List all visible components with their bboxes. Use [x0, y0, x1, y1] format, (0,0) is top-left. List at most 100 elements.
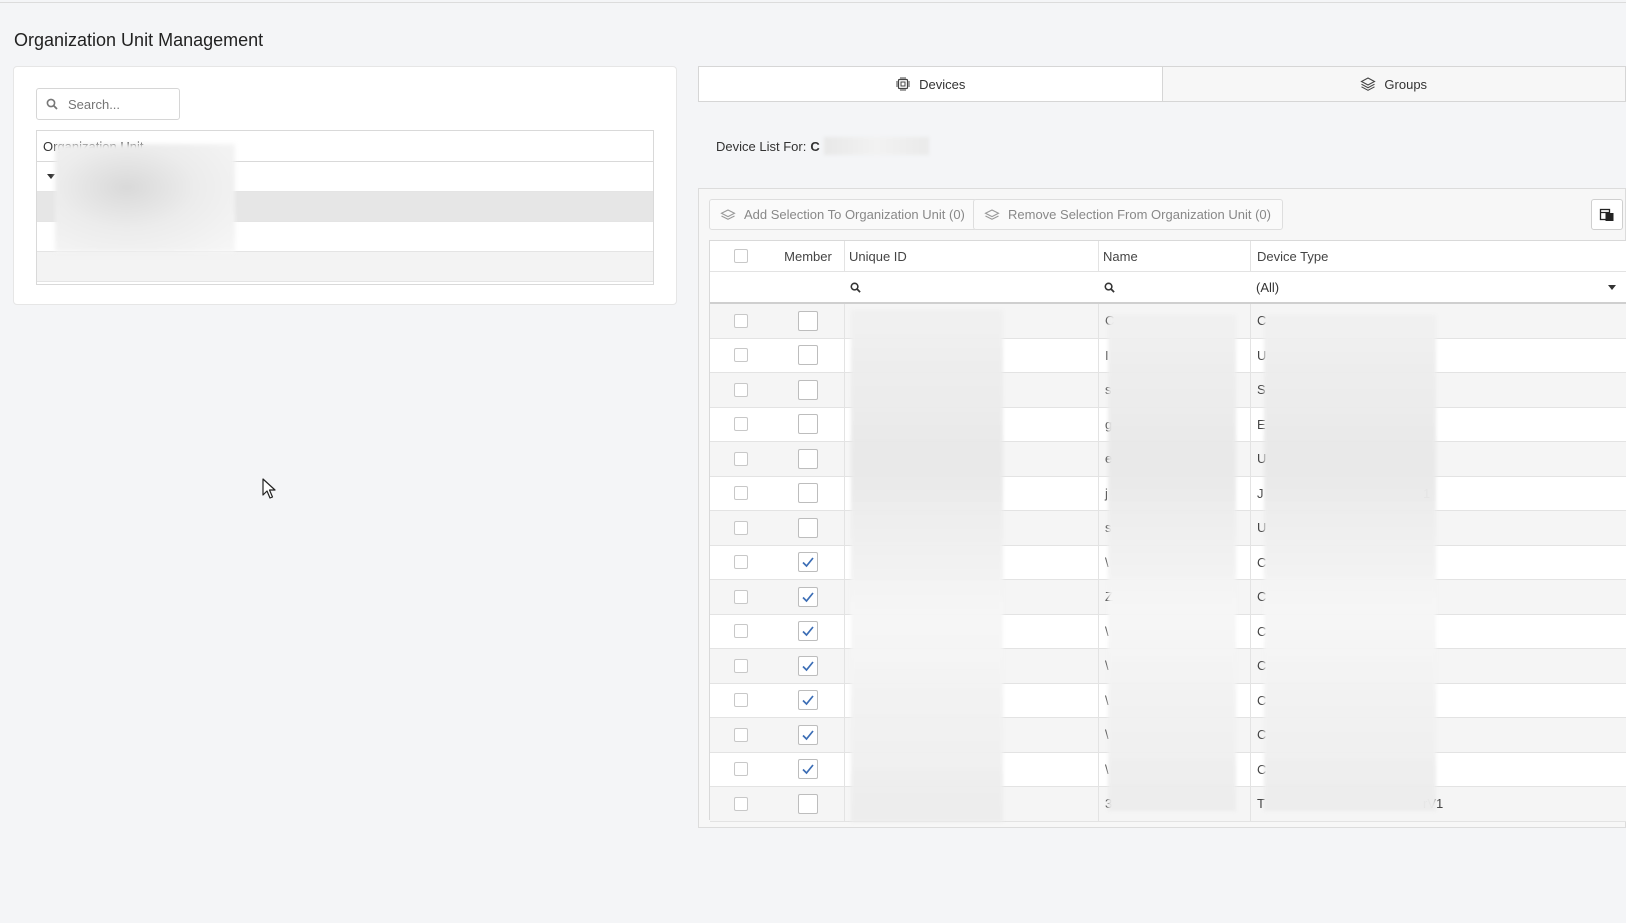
device-type-value: C: [1257, 589, 1267, 605]
device-type-value: C: [1257, 313, 1267, 329]
member-cell: [772, 442, 844, 476]
member-cell: [772, 649, 844, 683]
row-select-cell: [710, 615, 772, 649]
member-cell: [772, 615, 844, 649]
member-cell: [772, 477, 844, 511]
name-value: I: [1105, 347, 1109, 363]
row-select-checkbox[interactable]: [734, 348, 748, 363]
table-row[interactable]: sS: [710, 373, 1626, 408]
row-select-checkbox[interactable]: [734, 796, 748, 811]
search-icon: [46, 98, 58, 110]
row-select-cell: [710, 718, 772, 752]
name-value: g: [1105, 416, 1113, 432]
row-select-checkbox[interactable]: [734, 693, 748, 708]
member-checkbox[interactable]: [798, 759, 818, 780]
row-select-cell: [710, 753, 772, 787]
device-type-filter-value: (All): [1256, 279, 1280, 295]
row-select-cell: [710, 339, 772, 373]
unique-id-filter[interactable]: [844, 272, 1098, 302]
org-unit-search[interactable]: [36, 88, 180, 120]
name-filter[interactable]: [1098, 272, 1250, 302]
row-select-cell: [710, 580, 772, 614]
redacted-region: [823, 137, 929, 155]
row-select-checkbox[interactable]: [734, 313, 748, 328]
tab-groups[interactable]: Groups: [1161, 67, 1625, 101]
table-row[interactable]: CC: [710, 304, 1626, 339]
member-checkbox[interactable]: [798, 586, 818, 607]
layers-add-icon: [720, 208, 736, 220]
select-all-checkbox[interactable]: [734, 249, 748, 263]
unique-id-cell: [844, 718, 1098, 752]
device-type-filter-select[interactable]: (All): [1250, 272, 1626, 302]
member-checkbox[interactable]: [798, 517, 818, 538]
table-row[interactable]: \ C: [710, 614, 1626, 649]
table-row[interactable]: \ C: [710, 718, 1626, 753]
row-select-checkbox[interactable]: [734, 762, 748, 777]
name-value: s: [1105, 382, 1112, 398]
remove-selection-button[interactable]: Remove Selection From Organization Unit …: [973, 199, 1283, 230]
member-checkbox[interactable]: [798, 448, 818, 469]
table-row[interactable]: \ C: [710, 649, 1626, 684]
table-row[interactable]: jJ1: [710, 476, 1626, 511]
device-type-cell: E: [1250, 407, 1626, 441]
name-cell: \: [1098, 614, 1250, 648]
table-row[interactable]: eU: [710, 442, 1626, 477]
member-checkbox[interactable]: [798, 621, 818, 642]
row-select-checkbox[interactable]: [734, 624, 748, 639]
row-select-checkbox[interactable]: [734, 486, 748, 501]
column-header-device-type[interactable]: Device Type: [1250, 241, 1626, 271]
column-header-name[interactable]: Name: [1098, 241, 1250, 271]
table-row[interactable]: sU: [710, 511, 1626, 546]
device-type-cell: TrV1: [1250, 787, 1626, 821]
name-value: j: [1105, 485, 1108, 501]
device-type-cell: C: [1250, 649, 1626, 683]
member-checkbox[interactable]: [798, 655, 818, 676]
row-select-checkbox[interactable]: [734, 727, 748, 742]
column-chooser-button[interactable]: [1591, 199, 1623, 230]
member-checkbox[interactable]: [798, 379, 818, 400]
caret-down-icon[interactable]: [47, 174, 55, 179]
column-header-member[interactable]: Member: [772, 241, 844, 271]
member-checkbox[interactable]: [798, 310, 818, 331]
member-checkbox[interactable]: [798, 483, 818, 504]
member-checkbox[interactable]: [798, 414, 818, 435]
device-type-suffix: rV1: [1423, 796, 1444, 812]
grid-filter-row: (All): [710, 272, 1626, 304]
row-select-checkbox[interactable]: [734, 382, 748, 397]
row-select-checkbox[interactable]: [734, 417, 748, 432]
unique-id-cell: [844, 442, 1098, 476]
member-checkbox[interactable]: [798, 793, 818, 814]
dropdown-arrow-icon: [1608, 285, 1616, 290]
member-cell: [772, 339, 844, 373]
name-cell: \: [1098, 718, 1250, 752]
checkmark-icon: [802, 557, 814, 568]
row-select-checkbox[interactable]: [734, 451, 748, 466]
checkmark-icon: [802, 661, 814, 672]
table-row[interactable]: \ C: [710, 752, 1626, 787]
member-checkbox[interactable]: [798, 552, 818, 573]
member-checkbox[interactable]: [798, 690, 818, 711]
table-row[interactable]: ZC: [710, 580, 1626, 615]
member-checkbox[interactable]: [798, 345, 818, 366]
column-header-unique-id[interactable]: Unique ID: [844, 241, 1098, 271]
table-row[interactable]: \ C: [710, 545, 1626, 580]
name-cell: e: [1098, 442, 1250, 476]
table-row[interactable]: \ C: [710, 683, 1626, 718]
row-select-checkbox[interactable]: [734, 555, 748, 570]
device-type-value: U: [1257, 347, 1267, 363]
row-select-cell: [710, 787, 772, 821]
table-row[interactable]: IU: [710, 338, 1626, 373]
tab-devices-label: Devices: [919, 76, 966, 92]
table-row[interactable]: gE: [710, 407, 1626, 442]
device-type-value: U: [1257, 451, 1267, 467]
row-select-checkbox[interactable]: [734, 658, 748, 673]
member-checkbox[interactable]: [798, 724, 818, 745]
search-input[interactable]: [68, 96, 168, 112]
row-select-checkbox[interactable]: [734, 520, 748, 535]
add-selection-button[interactable]: Add Selection To Organization Unit (0): [709, 199, 977, 230]
row-select-checkbox[interactable]: [734, 589, 748, 604]
tab-devices[interactable]: Devices: [699, 67, 1162, 101]
table-row[interactable]: 3 TrV1: [710, 787, 1626, 822]
device-type-cell: C: [1250, 545, 1626, 579]
tree-row[interactable]: [37, 252, 653, 282]
